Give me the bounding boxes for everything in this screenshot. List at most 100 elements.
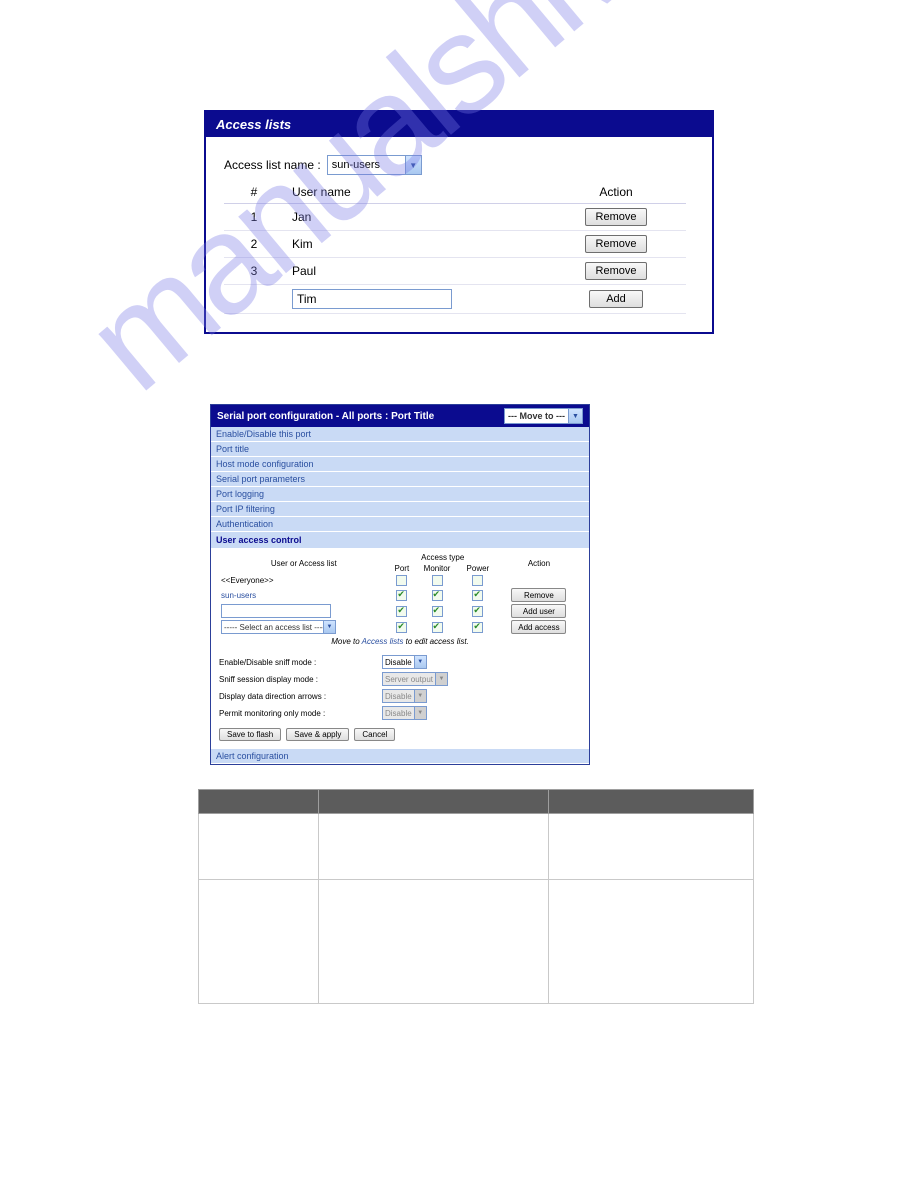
chevron-down-icon: ▼ — [414, 690, 426, 702]
col-username: User name — [284, 181, 546, 204]
checkbox-power[interactable] — [472, 575, 483, 586]
row-name: Kim — [284, 231, 546, 258]
cancel-button[interactable]: Cancel — [354, 728, 395, 741]
user-input[interactable] — [221, 604, 331, 618]
sun-users-link[interactable]: sun-users — [221, 591, 256, 600]
display-mode-value: Server output — [383, 675, 435, 684]
checkbox-monitor[interactable] — [432, 606, 443, 617]
sniff-mode-row: Enable/Disable sniff mode : Disable ▼ — [219, 655, 581, 669]
empty-cell — [199, 814, 319, 880]
serial-port-config-panel: Serial port configuration - All ports : … — [210, 404, 590, 765]
row-add-user: Add user — [219, 603, 581, 619]
row-num: 1 — [224, 204, 284, 231]
nav-serial-params[interactable]: Serial port parameters — [211, 472, 589, 487]
row-everyone: <<Everyone>> — [219, 574, 581, 587]
access-lists-link[interactable]: Access lists — [362, 637, 404, 646]
move-to-select[interactable]: --- Move to --- ▼ — [504, 408, 583, 424]
permit-select: Disable ▼ — [382, 706, 427, 720]
checkbox-port[interactable] — [396, 590, 407, 601]
access-list-name-row: Access list name : sun-users ▼ — [224, 155, 686, 175]
empty-header-2 — [319, 790, 549, 814]
add-button[interactable]: Add — [589, 290, 643, 308]
row-num: 2 — [224, 231, 284, 258]
checkbox-port[interactable] — [396, 622, 407, 633]
table-row: 2 Kim Remove — [224, 231, 686, 258]
checkbox-power[interactable] — [472, 606, 483, 617]
serial-panel-title: Serial port configuration - All ports : … — [217, 411, 434, 422]
nav-port-title[interactable]: Port title — [211, 442, 589, 457]
remove-button[interactable]: Remove — [511, 588, 566, 602]
table-row: 1 Jan Remove — [224, 204, 686, 231]
table-row — [199, 814, 754, 880]
display-mode-row: Sniff session display mode : Server outp… — [219, 672, 581, 686]
col-number: # — [224, 181, 284, 204]
remove-button[interactable]: Remove — [585, 262, 648, 280]
add-user-button[interactable]: Add user — [511, 604, 566, 618]
everyone-label: <<Everyone>> — [219, 574, 389, 587]
save-to-flash-button[interactable]: Save to flash — [219, 728, 281, 741]
access-list-name-select[interactable]: sun-users ▼ — [327, 155, 422, 175]
col-access-type: Access type — [389, 552, 497, 563]
checkbox-power[interactable] — [472, 590, 483, 601]
serial-panel-header: Serial port configuration - All ports : … — [211, 405, 589, 427]
col-monitor: Monitor — [415, 563, 459, 574]
nav-enable-disable[interactable]: Enable/Disable this port — [211, 427, 589, 442]
permit-row: Permit monitoring only mode : Disable ▼ — [219, 706, 581, 720]
select-access-list[interactable]: ----- Select an access list ----- ▼ — [221, 620, 336, 634]
permit-value: Disable — [383, 709, 414, 718]
empty-cell — [319, 814, 549, 880]
col-port: Port — [389, 563, 416, 574]
col-action: Action — [546, 181, 686, 204]
arrows-row: Display data direction arrows : Disable … — [219, 689, 581, 703]
arrows-value: Disable — [383, 692, 414, 701]
empty-cell — [549, 814, 754, 880]
display-mode-label: Sniff session display mode : — [219, 675, 374, 684]
sniff-mode-value: Disable — [383, 658, 414, 667]
permit-label: Permit monitoring only mode : — [219, 709, 374, 718]
user-access-body: User or Access list Access type Action P… — [211, 548, 589, 749]
row-sun-users: sun-users Remove — [219, 587, 581, 603]
nav-port-ip-filtering[interactable]: Port IP filtering — [211, 502, 589, 517]
empty-cell — [319, 880, 549, 1004]
nav-alert-configuration[interactable]: Alert configuration — [211, 749, 589, 764]
checkbox-monitor[interactable] — [432, 590, 443, 601]
chevron-down-icon: ▼ — [414, 656, 426, 668]
checkbox-port[interactable] — [396, 606, 407, 617]
checkbox-port[interactable] — [396, 575, 407, 586]
col-action: Action — [497, 552, 581, 574]
move-to-value: --- Move to --- — [505, 411, 568, 421]
empty-cell — [549, 880, 754, 1004]
access-lists-body: Access list name : sun-users ▼ # User na… — [206, 137, 712, 332]
header-row-1: User or Access list Access type Action — [219, 552, 581, 563]
col-user-or-list: User or Access list — [219, 552, 389, 574]
arrows-label: Display data direction arrows : — [219, 692, 374, 701]
chevron-down-icon: ▼ — [435, 673, 447, 685]
nav-authentication[interactable]: Authentication — [211, 517, 589, 532]
nav-host-mode[interactable]: Host mode configuration — [211, 457, 589, 472]
access-lists-title: Access lists — [206, 112, 712, 137]
save-apply-button[interactable]: Save & apply — [286, 728, 349, 741]
table-row: 3 Paul Remove — [224, 258, 686, 285]
table-header-row — [199, 790, 754, 814]
table-row-new: Add — [224, 285, 686, 314]
access-list-note: Move to Access lists to edit access list… — [219, 635, 581, 652]
access-lists-table: # User name Action 1 Jan Remove 2 Kim Re… — [224, 181, 686, 314]
remove-button[interactable]: Remove — [585, 208, 648, 226]
access-lists-panel: Access lists Access list name : sun-user… — [204, 110, 714, 334]
new-user-input[interactable] — [292, 289, 452, 309]
access-list-name-label: Access list name : — [224, 158, 321, 172]
checkbox-power[interactable] — [472, 622, 483, 633]
chevron-down-icon: ▼ — [568, 409, 582, 423]
checkbox-monitor[interactable] — [432, 575, 443, 586]
checkbox-monitor[interactable] — [432, 622, 443, 633]
footer-buttons: Save to flash Save & apply Cancel — [219, 728, 581, 741]
nav-port-logging[interactable]: Port logging — [211, 487, 589, 502]
empty-reference-table — [198, 789, 754, 1004]
empty-header-3 — [549, 790, 754, 814]
remove-button[interactable]: Remove — [585, 235, 648, 253]
select-access-list-value: ----- Select an access list ----- — [222, 623, 323, 632]
sniff-mode-select[interactable]: Disable ▼ — [382, 655, 427, 669]
access-control-table: User or Access list Access type Action P… — [219, 552, 581, 635]
add-access-button[interactable]: Add access — [511, 620, 566, 634]
nav-group: Enable/Disable this port Port title Host… — [211, 427, 589, 532]
